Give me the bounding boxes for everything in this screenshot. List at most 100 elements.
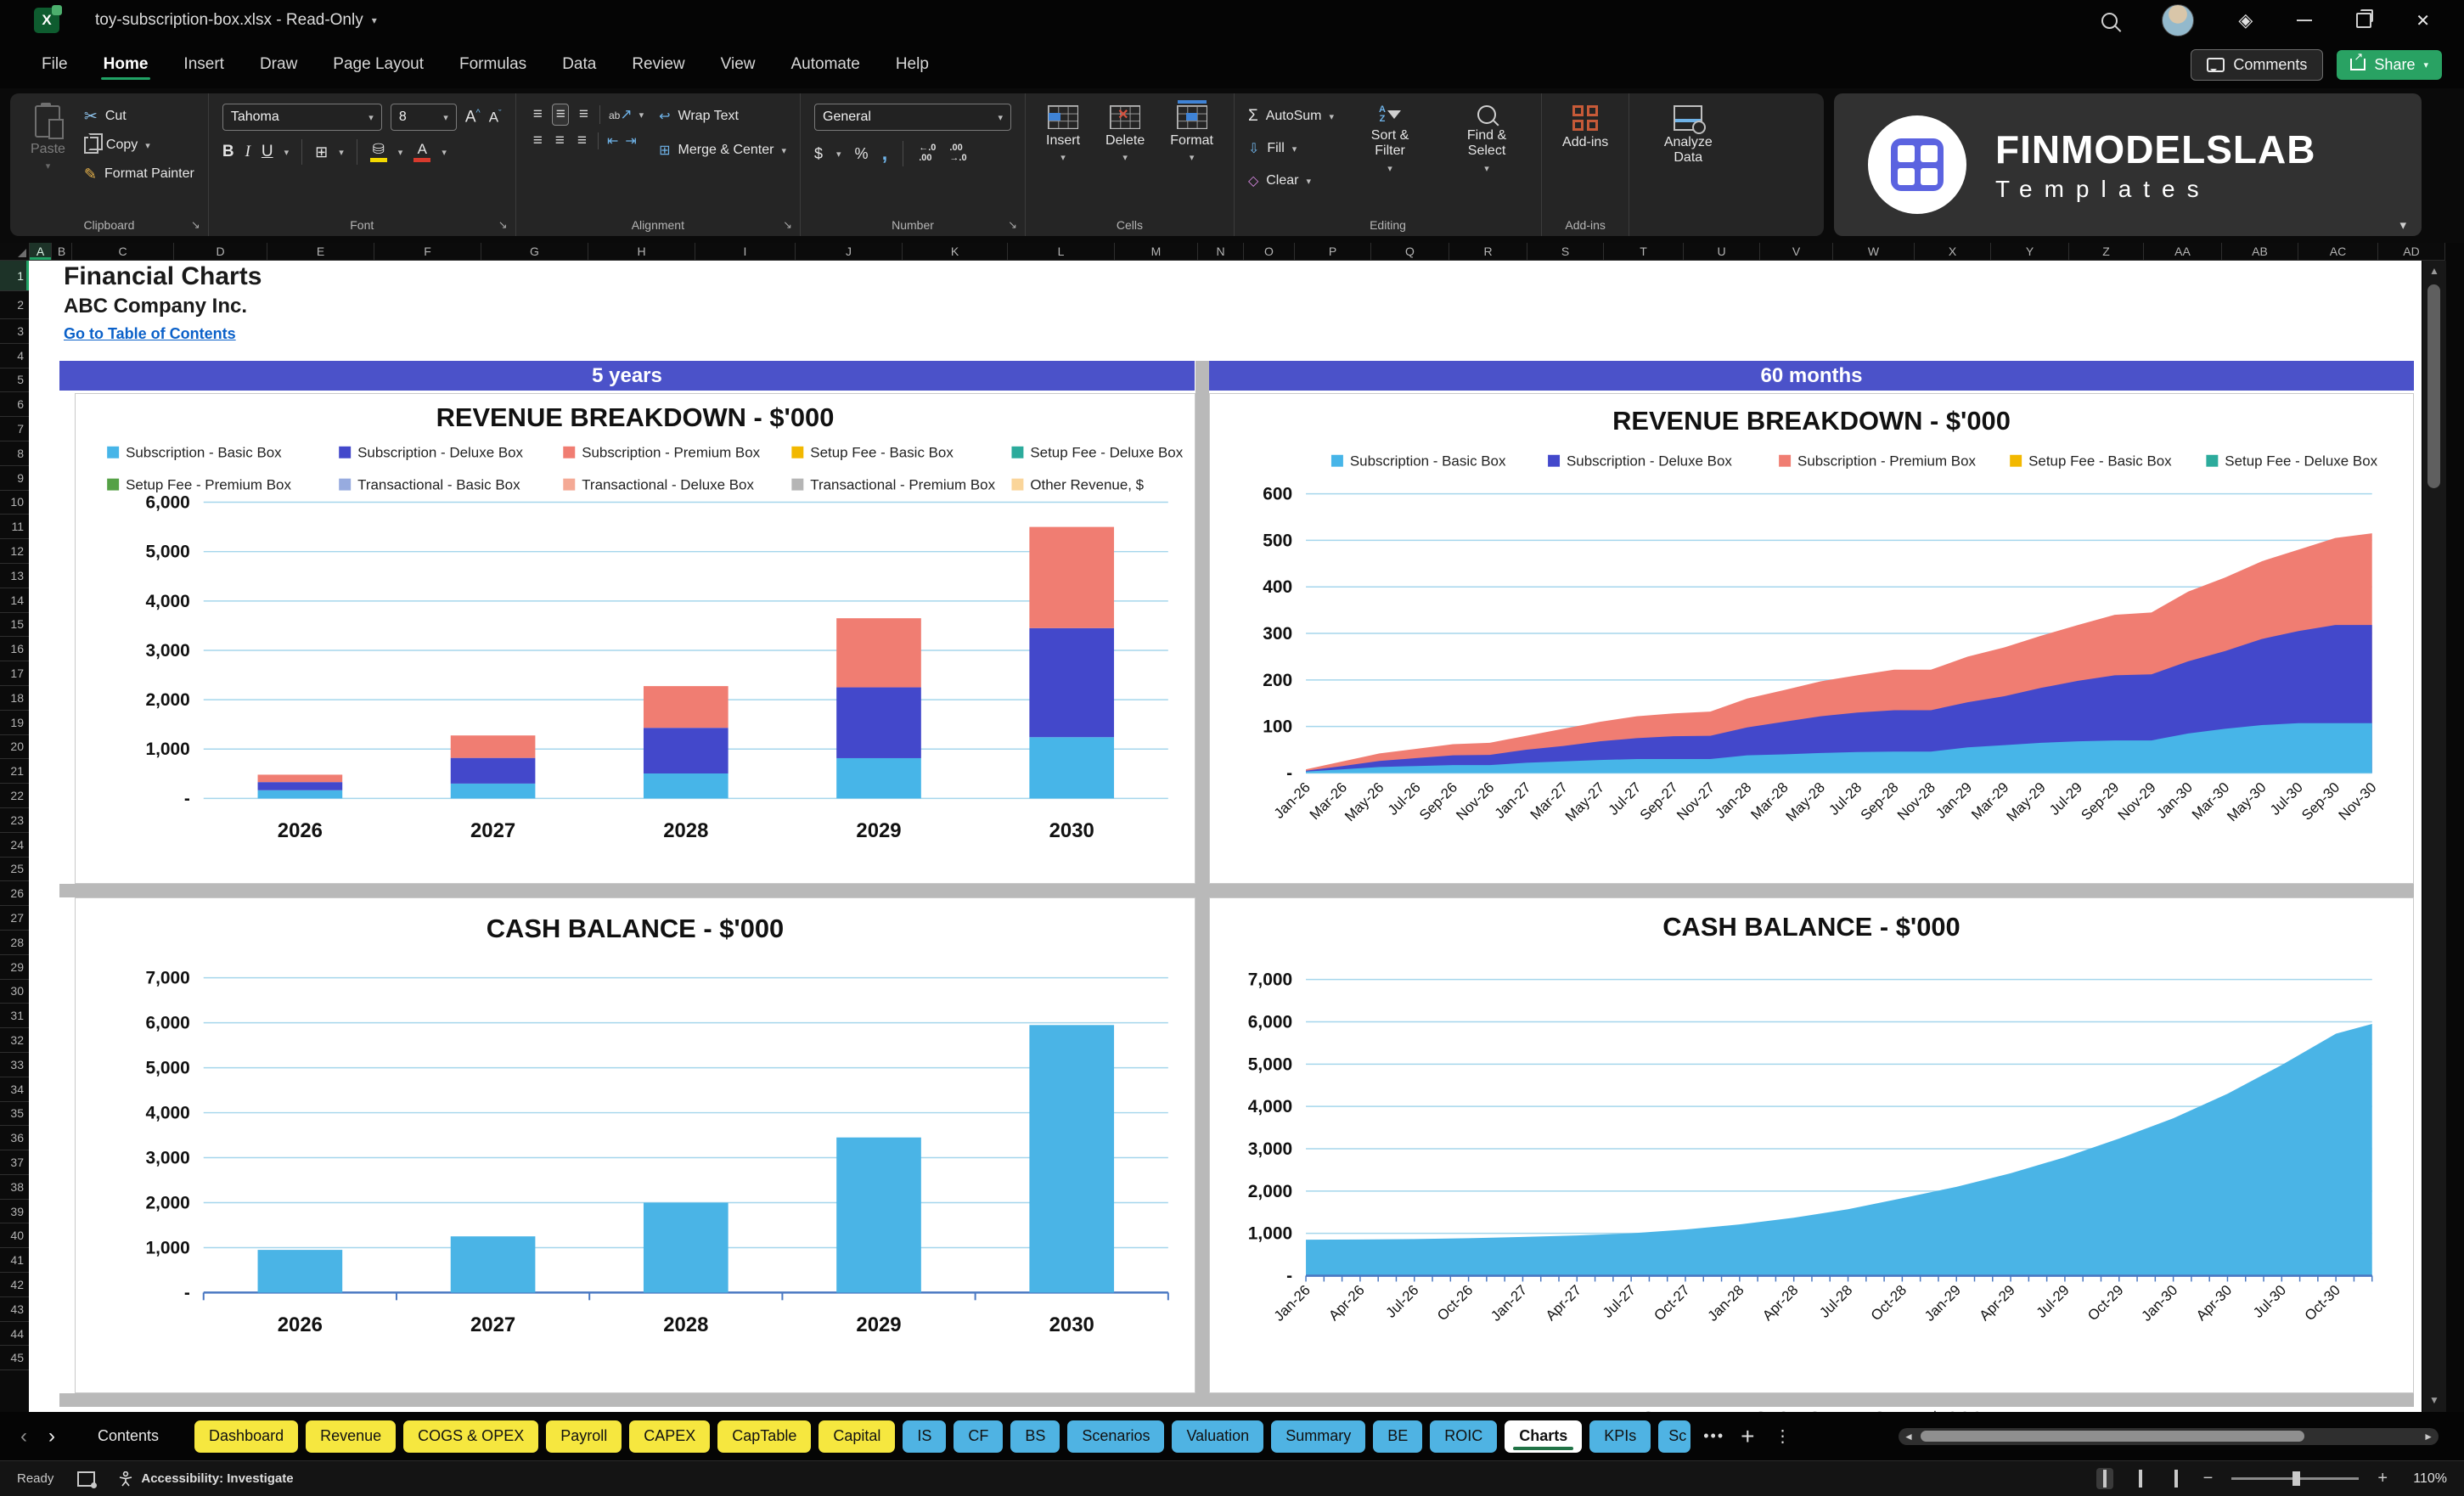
column-header-N[interactable]: N: [1198, 243, 1244, 260]
row-header-23[interactable]: 23: [0, 808, 29, 833]
clear-button[interactable]: ◇ Clear ▾: [1248, 168, 1334, 194]
minimize-button[interactable]: [2297, 20, 2313, 21]
menu-tab-data[interactable]: Data: [544, 47, 614, 82]
sheet-tab-captable[interactable]: CapTable: [717, 1420, 812, 1453]
column-header-H[interactable]: H: [588, 243, 695, 260]
row-header-21[interactable]: 21: [0, 759, 29, 785]
row-header-26[interactable]: 26: [0, 881, 29, 907]
shrink-font-button[interactable]: Aˇ: [489, 109, 502, 127]
sheet-tab-payroll[interactable]: Payroll: [546, 1420, 622, 1453]
delete-cells-button[interactable]: Delete▾: [1099, 104, 1151, 166]
row-header-5[interactable]: 5: [0, 368, 29, 393]
comma-style-button[interactable]: ,: [882, 142, 888, 166]
sheet-tab-be[interactable]: BE: [1373, 1420, 1423, 1453]
column-header-X[interactable]: X: [1915, 243, 1991, 260]
scroll-right-arrow[interactable]: ►: [2423, 1431, 2433, 1443]
column-header-Z[interactable]: Z: [2069, 243, 2144, 260]
menu-tab-insert[interactable]: Insert: [166, 47, 242, 82]
menu-tab-draw[interactable]: Draw: [242, 47, 315, 82]
borders-button[interactable]: ⊞: [315, 143, 328, 161]
font-color-button[interactable]: A: [413, 142, 431, 162]
increase-indent-button[interactable]: ⇥: [625, 132, 636, 149]
zoom-slider-thumb[interactable]: [2292, 1471, 2301, 1486]
row-header-9[interactable]: 9: [0, 466, 29, 491]
menu-tab-home[interactable]: Home: [86, 47, 166, 82]
chart-revenue-breakdown-5y[interactable]: REVENUE BREAKDOWN - $'000 Subscription - …: [75, 393, 1195, 884]
font-size-select[interactable]: 8 ▾: [390, 104, 457, 131]
bold-button[interactable]: B: [222, 143, 234, 161]
row-header-20[interactable]: 20: [0, 735, 29, 760]
column-header-B[interactable]: B: [52, 243, 72, 260]
row-header-17[interactable]: 17: [0, 661, 29, 686]
column-header-E[interactable]: E: [267, 243, 374, 260]
scroll-up-arrow[interactable]: ▲: [2429, 261, 2439, 281]
row-header-30[interactable]: 30: [0, 980, 29, 1004]
row-header-40[interactable]: 40: [0, 1223, 29, 1249]
underline-button[interactable]: U: [262, 143, 273, 161]
merge-center-button[interactable]: ⊞ Merge & Center ▾: [659, 138, 786, 163]
new-sheet-button[interactable]: +: [1741, 1423, 1754, 1450]
sheet-tab-sc[interactable]: Sc: [1658, 1420, 1691, 1453]
normal-view-button[interactable]: [2096, 1468, 2113, 1489]
column-header-J[interactable]: J: [796, 243, 903, 260]
prev-sheet-arrow[interactable]: ‹: [14, 1425, 34, 1448]
table-of-contents-link[interactable]: Go to Table of Contents: [64, 325, 236, 343]
align-top-button[interactable]: ≡: [530, 104, 545, 125]
accessibility-status[interactable]: Accessibility: Investigate: [119, 1471, 294, 1487]
sheet-tab-capex[interactable]: CAPEX: [629, 1420, 711, 1453]
row-header-13[interactable]: 13: [0, 564, 29, 588]
clipboard-dialog-launcher[interactable]: ↘: [191, 218, 200, 232]
page-layout-view-button[interactable]: [2132, 1468, 2149, 1489]
zoom-slider[interactable]: [2231, 1471, 2360, 1486]
row-header-33[interactable]: 33: [0, 1053, 29, 1077]
row-header-2[interactable]: 2: [0, 291, 29, 319]
row-header-35[interactable]: 35: [0, 1102, 29, 1127]
column-header-AD[interactable]: AD: [2378, 243, 2445, 260]
menu-tab-view[interactable]: View: [703, 47, 774, 82]
sheet-tab-contents[interactable]: Contents: [83, 1420, 173, 1453]
sheet-tab-capital[interactable]: Capital: [819, 1420, 896, 1453]
row-header-4[interactable]: 4: [0, 344, 29, 368]
search-icon[interactable]: [2101, 12, 2118, 29]
alignment-dialog-launcher[interactable]: ↘: [783, 218, 792, 232]
row-header-22[interactable]: 22: [0, 784, 29, 808]
sheet-tab-bs[interactable]: BS: [1010, 1420, 1060, 1453]
chart-cash-balance-5y[interactable]: CASH BALANCE - $'000 7,000 6,000 5,000 4,000…: [75, 897, 1195, 1393]
collapse-ribbon-icon[interactable]: ▾: [2399, 217, 2406, 233]
copy-button[interactable]: Copy ▾: [83, 132, 194, 158]
column-header-AB[interactable]: AB: [2222, 243, 2298, 260]
sheet-tab-revenue[interactable]: Revenue: [306, 1420, 397, 1453]
format-painter-button[interactable]: ✎ Format Painter: [84, 161, 194, 187]
macro-record-icon[interactable]: [77, 1471, 98, 1488]
row-header-18[interactable]: 18: [0, 686, 29, 711]
select-all-corner[interactable]: [0, 243, 30, 260]
align-middle-button[interactable]: ≡: [551, 104, 569, 126]
column-header-K[interactable]: K: [903, 243, 1008, 260]
close-button[interactable]: ✕: [2416, 10, 2430, 31]
vertical-scroll-thumb[interactable]: [2427, 284, 2440, 488]
column-header-Q[interactable]: Q: [1371, 243, 1449, 260]
row-header-19[interactable]: 19: [0, 711, 29, 735]
addins-button[interactable]: Add-ins: [1555, 104, 1615, 152]
zoom-in-button[interactable]: +: [2377, 1469, 2388, 1488]
row-header-25[interactable]: 25: [0, 858, 29, 882]
sheet-tab-is[interactable]: IS: [903, 1420, 947, 1453]
sheet-tab-dashboard[interactable]: Dashboard: [194, 1420, 299, 1453]
column-header-W[interactable]: W: [1833, 243, 1915, 260]
title-dropdown-icon[interactable]: ▾: [372, 14, 377, 26]
row-header-10[interactable]: 10: [0, 491, 29, 515]
increase-decimal-button[interactable]: ←.0.00: [919, 143, 936, 163]
more-sheets-button[interactable]: •••: [1703, 1427, 1724, 1445]
wrap-text-button[interactable]: ↩ Wrap Text: [659, 104, 786, 129]
premium-gem-icon[interactable]: ◈: [2238, 9, 2253, 31]
row-header-34[interactable]: 34: [0, 1077, 29, 1102]
align-right-button[interactable]: ≡: [574, 131, 589, 151]
horizontal-scroll-thumb[interactable]: [1921, 1431, 2304, 1442]
menu-tab-formulas[interactable]: Formulas: [442, 47, 544, 82]
row-header-37[interactable]: 37: [0, 1150, 29, 1175]
menu-tab-page-layout[interactable]: Page Layout: [315, 47, 442, 82]
zoom-level[interactable]: 110%: [2406, 1471, 2447, 1487]
row-header-14[interactable]: 14: [0, 588, 29, 613]
row-header-7[interactable]: 7: [0, 417, 29, 441]
row-header-42[interactable]: 42: [0, 1273, 29, 1297]
